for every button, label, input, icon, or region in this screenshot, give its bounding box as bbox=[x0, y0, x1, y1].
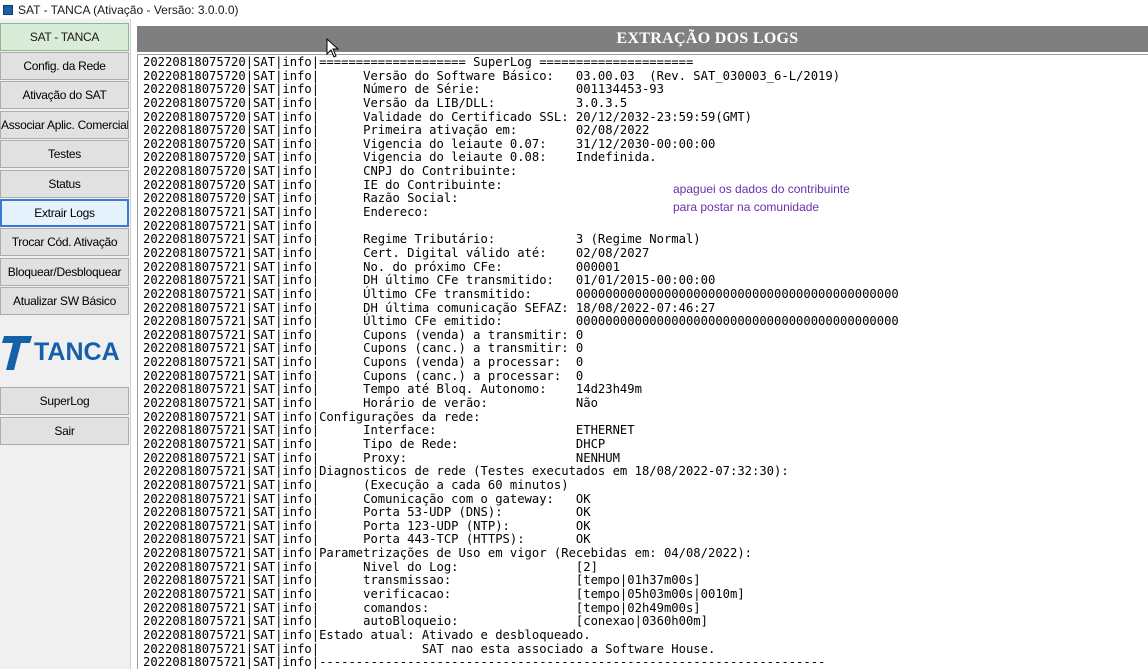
log-line: 20220818075720|SAT|info| Número de Série… bbox=[143, 82, 664, 97]
log-textarea[interactable]: 20220818075720|SAT|info|================… bbox=[137, 54, 1148, 669]
log-line: 20220818075721|SAT|info| Tempo até Bloq.… bbox=[143, 382, 642, 397]
log-line: 20220818075720|SAT|info| Versão da LIB/D… bbox=[143, 95, 628, 110]
log-line: 20220818075721|SAT|info| Regime Tributár… bbox=[143, 232, 701, 247]
log-line: 20220818075721|SAT|info| Porta 443-TCP (… bbox=[143, 532, 591, 547]
logo-text: TANCA bbox=[34, 337, 120, 366]
app-icon bbox=[3, 4, 13, 15]
log-lines: 20220818075720|SAT|info|================… bbox=[143, 55, 899, 669]
page-title: EXTRAÇÃO DOS LOGS bbox=[137, 26, 1148, 52]
log-line: 20220818075721|SAT|info| Último CFe emit… bbox=[143, 314, 899, 329]
log-line: 20220818075720|SAT|info| CNPJ do Contrib… bbox=[143, 164, 518, 179]
sair-button[interactable]: Sair bbox=[0, 417, 129, 445]
sidebar-header: SAT - TANCA bbox=[0, 23, 129, 51]
log-line: 20220818075721|SAT|info| comandos: [temp… bbox=[143, 600, 701, 615]
config-rede-button[interactable]: Config. da Rede bbox=[0, 52, 129, 80]
log-line: 20220818075720|SAT|info| Versão do Softw… bbox=[143, 68, 841, 83]
mouse-cursor-icon bbox=[326, 38, 340, 58]
log-line: 20220818075721|SAT|info| bbox=[143, 218, 320, 233]
log-line: 20220818075721|SAT|info| Comunicação com… bbox=[143, 491, 591, 506]
atualizar-sw-basico-button[interactable]: Atualizar SW Básico bbox=[0, 287, 129, 315]
log-line: 20220818075721|SAT|info| DH último CFe t… bbox=[143, 273, 716, 288]
log-line: 20220818075721|SAT|info|----------------… bbox=[143, 655, 826, 669]
log-line: 20220818075720|SAT|info|================… bbox=[143, 55, 694, 69]
log-line: 20220818075720|SAT|info| Vigencia do lei… bbox=[143, 136, 716, 151]
log-line: 20220818075721|SAT|info|Estado atual: At… bbox=[143, 627, 591, 642]
superlog-button[interactable]: SuperLog bbox=[0, 387, 129, 415]
log-line: 20220818075721|SAT|info| Horário de verã… bbox=[143, 396, 598, 411]
annotation-note: apaguei os dados do contribuinte para po… bbox=[673, 180, 850, 216]
status-button[interactable]: Status bbox=[0, 170, 129, 198]
log-line: 20220818075721|SAT|info|Parametrizações … bbox=[143, 546, 753, 561]
log-line: 20220818075720|SAT|info| Primeira ativaç… bbox=[143, 123, 650, 138]
extrair-logs-button[interactable]: Extrair Logs bbox=[0, 199, 129, 227]
log-line: 20220818075721|SAT|info| Tipo de Rede: D… bbox=[143, 436, 606, 451]
log-line: 20220818075721|SAT|info| Cupons (canc.) … bbox=[143, 368, 584, 383]
log-line: 20220818075721|SAT|info| Cupons (venda) … bbox=[143, 355, 584, 370]
associar-aplic-button[interactable]: Associar Aplic. Comercial bbox=[0, 111, 129, 139]
log-line: 20220818075721|SAT|info| Interface: ETHE… bbox=[143, 423, 635, 438]
log-line: 20220818075720|SAT|info| Vigencia do lei… bbox=[143, 150, 657, 165]
tanca-logo-icon bbox=[2, 336, 32, 370]
log-line: 20220818075720|SAT|info| Validade do Cer… bbox=[143, 109, 753, 124]
log-line: 20220818075721|SAT|info| Cupons (venda) … bbox=[143, 327, 584, 342]
log-line: 20220818075721|SAT|info|Diagnosticos de … bbox=[143, 464, 789, 479]
ativacao-sat-button[interactable]: Ativação do SAT bbox=[0, 81, 129, 109]
trocar-cod-ativacao-button[interactable]: Trocar Cód. Ativação bbox=[0, 228, 129, 256]
log-line: 20220818075721|SAT|info| verificacao: [t… bbox=[143, 586, 745, 601]
tanca-logo: TANCA bbox=[2, 328, 129, 376]
log-line: 20220818075721|SAT|info| Porta 123-UDP (… bbox=[143, 518, 591, 533]
testes-button[interactable]: Testes bbox=[0, 140, 129, 168]
log-line: 20220818075721|SAT|info| Último CFe tran… bbox=[143, 286, 899, 301]
log-line: 20220818075721|SAT|info| SAT nao esta as… bbox=[143, 641, 716, 656]
log-line: 20220818075721|SAT|info| Porta 53-UDP (D… bbox=[143, 505, 591, 520]
log-line: 20220818075721|SAT|info| (Execução a cad… bbox=[143, 477, 569, 492]
annotation-line-1: apaguei os dados do contribuinte bbox=[673, 182, 850, 196]
log-line: 20220818075721|SAT|info| No. do próximo … bbox=[143, 259, 620, 274]
sidebar: SAT - TANCA Config. da Rede Ativação do … bbox=[0, 19, 131, 669]
log-line: 20220818075721|SAT|info| Cert. Digital v… bbox=[143, 245, 650, 260]
log-line: 20220818075721|SAT|info|Configurações da… bbox=[143, 409, 481, 424]
window-title: SAT - TANCA (Ativação - Versão: 3.0.0.0) bbox=[18, 2, 239, 17]
log-line: 20220818075721|SAT|info| Proxy: NENHUM bbox=[143, 450, 620, 465]
title-bar: SAT - TANCA (Ativação - Versão: 3.0.0.0) bbox=[0, 0, 1148, 19]
annotation-line-2: para postar na comunidade bbox=[673, 200, 820, 214]
bloquear-desbloquear-button[interactable]: Bloquear/Desbloquear bbox=[0, 258, 129, 286]
log-line: 20220818075721|SAT|info| Nivel do Log: [… bbox=[143, 559, 598, 574]
log-line: 20220818075721|SAT|info| autoBloqueio: [… bbox=[143, 614, 708, 629]
log-line: 20220818075721|SAT|info| transmissao: [t… bbox=[143, 573, 701, 588]
log-line: 20220818075721|SAT|info| Cupons (canc.) … bbox=[143, 341, 584, 356]
